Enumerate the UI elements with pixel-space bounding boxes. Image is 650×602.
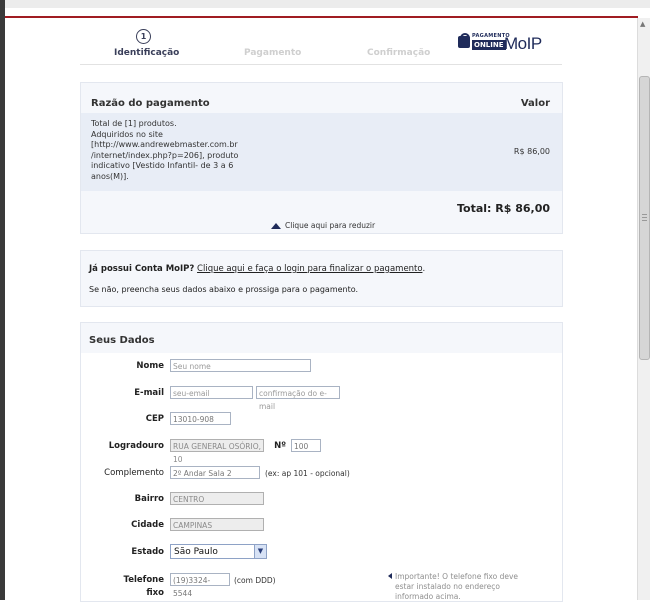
steps-divider — [80, 64, 562, 65]
tip-line: estar instalado no endereço — [395, 582, 500, 591]
numero-label: Nº — [274, 441, 286, 451]
scroll-up-arrow-icon[interactable]: ▲ — [640, 20, 645, 28]
moip-logo: PAGAMENTO ONLINE MoIP — [458, 32, 558, 60]
reduce-link[interactable]: Clique aqui para reduzir — [271, 221, 375, 230]
logo-brand-text: MoIP — [504, 34, 542, 53]
logradouro-label: Logradouro — [108, 441, 164, 451]
lock-icon — [458, 33, 470, 48]
cidade-input[interactable]: CAMPINAS — [170, 518, 264, 531]
login-info: Se não, preencha seus dados abaixo e pro… — [89, 285, 359, 294]
step-pagamento: Pagamento — [244, 48, 302, 58]
description-line: Total de [1] produtos. — [91, 119, 177, 128]
complemento-input[interactable]: 2º Andar Sala 2 — [170, 466, 260, 479]
telefone-label-line2: fixo — [146, 588, 164, 598]
telefone-label: Telefone fixo — [110, 574, 164, 600]
numero-input[interactable]: 100 — [291, 439, 321, 452]
triangle-up-icon — [271, 223, 281, 229]
description-line: anos(M)]. — [91, 171, 129, 181]
login-question: Já possui Conta MoIP? — [89, 264, 195, 274]
personal-data-header: Seus Dados — [81, 323, 562, 353]
header-accent-line — [5, 16, 638, 18]
email-input[interactable]: seu-email — [170, 386, 253, 399]
payment-description: Total de [1] produtos. Adquiridos no sit… — [91, 119, 271, 182]
cep-input[interactable]: 13010-908 — [170, 412, 231, 425]
payment-summary-panel: Razão do pagamento Valor Total de [1] pr… — [80, 82, 563, 234]
estado-label: Estado — [131, 547, 164, 557]
scroll-grip-icon — [642, 220, 647, 221]
nome-label: Nome — [136, 361, 164, 371]
tip-line: Importante! O telefone fixo deve — [395, 572, 519, 581]
personal-data-title: Seus Dados — [89, 335, 155, 346]
bairro-label: Bairro — [134, 494, 164, 504]
telefone-tip: Importante! O telefone fixo deve estar i… — [387, 572, 522, 602]
login-link[interactable]: Clique aqui e faça o login para finaliza… — [197, 264, 422, 274]
step-1-badge-icon: 1 — [136, 29, 151, 44]
telefone-hint: (com DDD) — [234, 576, 276, 585]
step-identificacao: Identificação — [114, 48, 180, 58]
email-label: E-mail — [134, 388, 164, 398]
item-price: R$ 86,00 — [513, 147, 550, 156]
description-line: /internet/index.php?p=206], produto — [91, 150, 239, 160]
description-line: [http://www.andrewebmaster.com.br — [91, 140, 238, 149]
step-confirmacao: Confirmação — [367, 48, 431, 58]
payment-value-header: Valor — [520, 98, 550, 109]
bairro-input[interactable]: CENTRO — [170, 492, 264, 505]
vertical-scrollbar[interactable]: ▲ — [637, 18, 650, 600]
telefone-label-line1: Telefone — [123, 575, 164, 585]
logo-online-text: ONLINE — [472, 40, 506, 50]
telefone-input[interactable]: (19)3324-5544 — [170, 573, 230, 598]
complemento-hint: (ex: ap 101 - opcional) — [265, 469, 350, 478]
description-line: Adquiridos no site — [91, 129, 163, 139]
tip-line: informado acima. — [395, 592, 461, 601]
payment-reason-header: Razão do pagamento — [91, 98, 210, 109]
login-period: . — [422, 264, 426, 274]
complemento-label: Complemento — [104, 468, 164, 478]
scrollbar-thumb[interactable] — [639, 76, 650, 360]
payment-total: Total: R$ 86,00 — [456, 202, 550, 215]
reduce-link-label[interactable]: Clique aqui para reduzir — [285, 221, 375, 230]
window-left-border — [0, 0, 5, 600]
cidade-label: Cidade — [131, 520, 164, 530]
window-top-bar — [0, 0, 650, 8]
nome-input[interactable]: Seu nome — [170, 359, 311, 372]
login-prompt: Já possui Conta MoIP? Clique aqui e faça… — [89, 264, 425, 274]
logradouro-input[interactable]: RUA GENERAL OSÓRIO, 10 — [170, 439, 264, 464]
description-line: indicativo [Vestido Infantil- de 3 a 6 — [91, 161, 234, 170]
chevron-down-icon[interactable]: ▼ — [254, 545, 266, 558]
cep-label: CEP — [145, 414, 164, 424]
estado-selected-value: São Paulo — [174, 547, 218, 557]
email-confirm-input[interactable]: confirmação do e-mail — [256, 386, 340, 411]
scroll-grip-icon — [642, 214, 647, 215]
estado-select[interactable]: São Paulo ▼ — [170, 544, 267, 559]
login-panel: Já possui Conta MoIP? Clique aqui e faça… — [80, 250, 563, 307]
payment-item-row: Total de [1] produtos. Adquiridos no sit… — [81, 113, 562, 191]
scroll-grip-icon — [642, 217, 647, 218]
